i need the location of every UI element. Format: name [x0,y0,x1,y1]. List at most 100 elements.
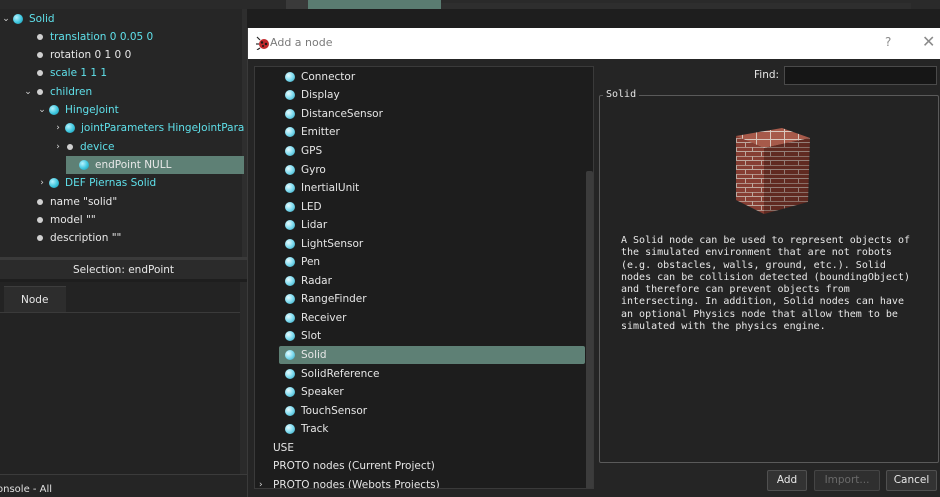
scene-tree-row[interactable]: ⌄ Solid [0,10,245,28]
scene-tree-row[interactable]: endPoint NULL [66,155,244,174]
node-list-item[interactable]: Track [285,420,565,439]
import-button[interactable]: Import... [814,470,880,491]
dialog-titlebar: Add a node ? ✕ [248,28,940,59]
node-panel: Node [0,282,247,474]
expand-chevron-down-icon[interactable]: ⌄ [0,10,12,28]
node-ball-icon [285,405,295,416]
node-list-item[interactable]: Speaker [285,383,565,402]
add-node-dialog: Add a node ? ✕ Connector Display DistanceS… [247,28,940,497]
node-list-item[interactable]: Slot [285,327,565,346]
node-list-label: Speaker [301,386,344,399]
toolbar-highlight-tab[interactable] [308,0,441,9]
scene-tree-row[interactable]: ⌄ HingeJoint [0,101,245,119]
node-list-scroll-thumb[interactable] [586,171,593,488]
close-button[interactable]: ✕ [922,32,935,51]
scene-tree[interactable]: ⌄ Solid translation 0 0.05 0 rotation 0 1 0… [0,9,247,257]
scene-tree-row[interactable]: › jointParameters HingeJointPara [0,119,245,137]
console-label: onsole - All [0,484,53,495]
node-ball-icon [285,238,295,249]
divider [0,312,247,313]
node-list-item[interactable]: Connector [285,68,565,87]
node-list-label: LED [301,200,322,213]
node-list-item[interactable]: Solid [279,345,585,365]
expand-chevron-down-icon[interactable]: ⌄ [22,83,34,101]
node-list-label: Receiver [301,311,347,324]
help-button[interactable]: ? [885,35,891,49]
node-list-item[interactable]: Pen [285,253,565,272]
scene-tree-label: translation 0 0.05 0 [50,30,154,43]
node-list-item[interactable]: RangeFinder [285,290,565,309]
node-ball-icon [13,13,23,24]
expand-chevron-right-icon[interactable]: › [36,174,48,192]
scene-tree-row[interactable]: translation 0 0.05 0 [0,28,245,46]
node-list-item[interactable]: Display [285,86,565,105]
node-list-item[interactable]: Gyro [285,160,565,179]
node-list-label: Slot [301,330,322,343]
add-button[interactable]: Add [767,470,807,491]
node-ball-icon [65,123,75,134]
node-info-title: Solid [603,89,640,100]
expand-chevron-down-icon[interactable]: ⌄ [36,101,48,119]
node-list-label: GPS [301,144,323,157]
expand-chevron-right-icon[interactable]: › [259,480,273,488]
scene-tree-row[interactable]: model "" [0,211,245,229]
node-group-item[interactable]: USE [273,439,573,458]
node-description: A Solid node can be used to represent ob… [621,235,910,333]
node-ball-icon [49,105,59,115]
node-ball-icon [285,201,295,212]
node-list-item[interactable]: InertialUnit [285,179,565,198]
field-dot-icon [37,52,43,59]
node-group-label: USE [273,441,294,454]
scene-tree-row[interactable]: › device [0,138,245,156]
node-list-label: Lidar [301,219,328,232]
field-dot-icon [37,198,43,205]
node-ball-icon [285,108,295,119]
node-list[interactable]: Connector Display DistanceSensor Emitter GPS… [254,66,594,489]
node-list-item[interactable]: LightSensor [285,234,565,253]
node-list-item[interactable]: SolidReference [285,364,565,383]
scene-tree-row[interactable]: scale 1 1 1 [0,64,245,82]
node-list-item[interactable]: Emitter [285,123,565,142]
node-ball-icon [285,387,295,398]
scene-tree-row[interactable]: description "" [0,229,245,247]
expand-chevron-right-icon[interactable]: › [52,119,64,137]
node-group-label: PROTO nodes (Webots Projects) [273,478,440,489]
scene-tree-label: description "" [50,232,122,245]
node-list-label: Display [301,89,340,102]
node-ball-icon [285,90,295,101]
node-list-label: Pen [301,256,321,269]
cancel-button[interactable]: Cancel [886,470,937,491]
node-list-item[interactable]: DistanceSensor [285,105,565,124]
node-group-item[interactable]: › PROTO nodes (Webots Projects) [259,476,559,489]
node-ball-icon [285,183,295,194]
node-list-item[interactable]: Lidar [285,216,565,235]
scene-tree-row[interactable]: ⌄ children [0,83,245,101]
node-list-label: Emitter [301,126,340,139]
node-list-label: DistanceSensor [301,107,383,120]
node-list-item[interactable]: Receiver [285,309,565,328]
find-input[interactable] [784,66,937,85]
dialog-title: Add a node [270,36,333,49]
node-ball-icon [285,331,295,342]
tab-node[interactable]: Node [4,286,66,312]
node-ball-icon [285,164,295,175]
node-ball-icon [285,312,295,323]
node-list-item[interactable]: Radar [285,272,565,291]
node-ball-icon [79,159,89,170]
node-group-item[interactable]: PROTO nodes (Current Project) [273,457,573,476]
scene-tree-row[interactable]: rotation 0 1 0 0 [0,46,245,64]
node-list-item[interactable]: TouchSensor [285,401,565,420]
scene-tree-label: name "solid" [50,195,118,208]
scene-tree-row[interactable]: name "solid" [0,193,245,211]
node-list-item[interactable]: GPS [285,142,565,161]
scene-tree-row[interactable]: › DEF Piernas Solid [0,174,245,192]
scene-tree-label: scale 1 1 1 [50,67,108,80]
console-tab[interactable]: onsole - All [0,474,247,497]
scene-tree-label: children [50,85,93,98]
scene-tree-label: endPoint NULL [95,158,172,171]
field-dot-icon [37,88,43,95]
expand-chevron-right-icon[interactable]: › [52,138,64,156]
node-ball-icon [285,350,295,361]
node-list-item[interactable]: LED [285,197,565,216]
node-list-label: SolidReference [301,367,380,380]
